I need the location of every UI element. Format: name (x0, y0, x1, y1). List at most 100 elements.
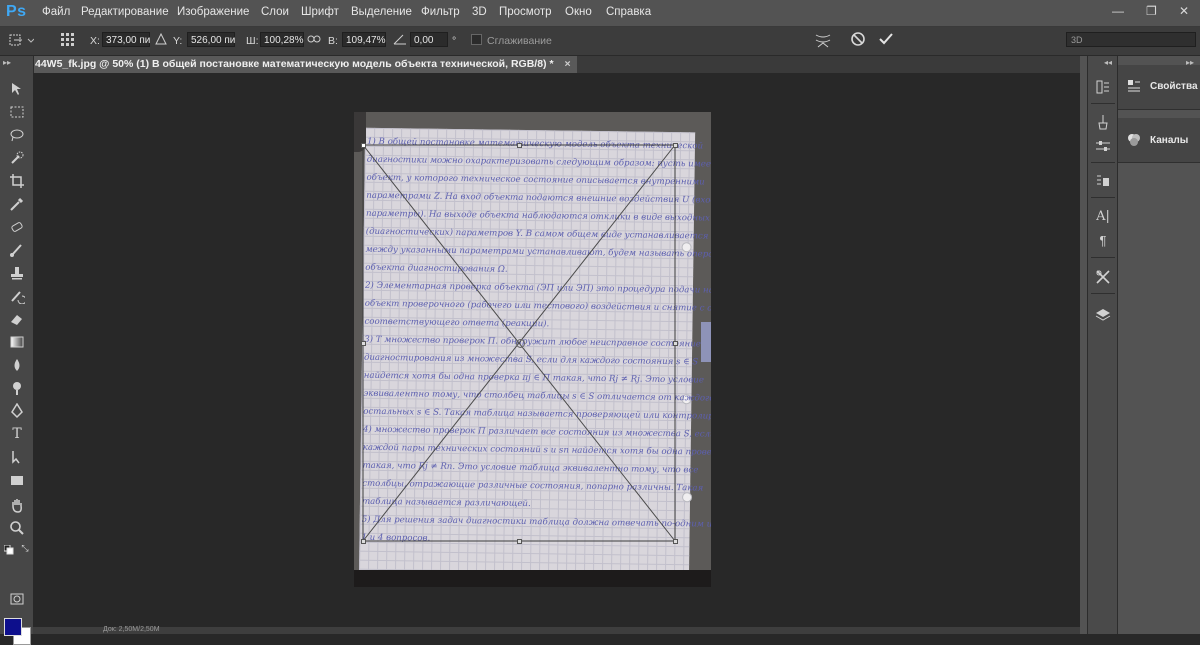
link-icon[interactable] (307, 33, 321, 48)
collapse-dock-icon[interactable]: ◂◂ (1104, 58, 1112, 67)
transform-handle-bottom-right[interactable] (673, 539, 678, 544)
transform-reference-point[interactable] (516, 339, 525, 348)
default-colors-icon[interactable] (3, 543, 14, 555)
healing-brush-tool-icon[interactable] (9, 219, 25, 235)
menu-layers[interactable]: Слои (261, 6, 289, 18)
channels-icon (1127, 133, 1141, 150)
rectangle-tool-icon[interactable] (9, 472, 25, 488)
paragraph-panel-icon[interactable]: ¶ (1095, 233, 1111, 249)
gradient-tool-icon[interactable] (9, 334, 25, 350)
y-input[interactable]: 526,00 пи (187, 32, 235, 47)
brush-tool-icon[interactable] (9, 242, 25, 258)
properties-panel-tab[interactable]: Свойства (1118, 65, 1200, 110)
hand-tool-icon[interactable] (9, 497, 25, 513)
eyedropper-tool-icon[interactable] (9, 196, 25, 212)
dock-separator (1091, 103, 1115, 104)
angle-icon (393, 33, 407, 48)
eraser-tool-icon[interactable] (9, 311, 25, 327)
menu-window[interactable]: Окно (565, 6, 592, 18)
pen-tip (701, 322, 711, 362)
transform-handle-bottom-left[interactable] (361, 539, 366, 544)
antialias-label: Сглаживание (487, 35, 552, 47)
properties-icon (1127, 79, 1141, 96)
path-selection-tool-icon[interactable] (9, 449, 25, 465)
menu-view[interactable]: Просмотр (499, 6, 552, 18)
adjustments-icon[interactable] (1095, 138, 1111, 154)
x-input[interactable]: 373,00 пи (102, 32, 150, 47)
options-bar: X: 373,00 пи Y: 526,00 пи Ш: 100,28% В: … (0, 27, 1200, 56)
transform-handle-top[interactable] (517, 143, 522, 148)
menu-file[interactable]: Файл (42, 6, 70, 18)
menu-3d[interactable]: 3D (472, 6, 487, 18)
brush-presets-icon[interactable] (1095, 114, 1111, 130)
menu-select[interactable]: Выделение (351, 6, 412, 18)
menu-bar: Ps Файл Редактирование Изображение Слои … (0, 0, 1200, 27)
x-label: X: (90, 35, 100, 47)
status-bar: Док: 2,50M/2,50M (33, 626, 1080, 634)
blur-tool-icon[interactable] (9, 357, 25, 373)
antialias-checkbox[interactable] (471, 34, 483, 49)
handwritten-text: 1) В общей постановке математическую мод… (361, 128, 711, 544)
channels-panel-tab[interactable]: Каналы (1118, 118, 1200, 163)
dodge-tool-icon[interactable] (9, 380, 25, 396)
w-label: Ш: (246, 35, 259, 47)
dock-divider[interactable] (1080, 56, 1087, 634)
collapse-toolbar-icon[interactable]: ▸▸ (3, 58, 11, 67)
dock-separator (1091, 257, 1115, 258)
height-input[interactable]: 109,47% (342, 32, 386, 47)
tool-presets-icon[interactable] (1095, 269, 1111, 285)
reference-point-icon[interactable] (60, 32, 76, 51)
lasso-tool-icon[interactable] (9, 127, 25, 143)
marquee-tool-icon[interactable] (9, 104, 25, 120)
angle-unit: ° (452, 35, 457, 47)
history-panel-icon[interactable] (1095, 79, 1111, 95)
transform-handle-right[interactable] (673, 341, 678, 346)
transform-handle-bottom[interactable] (517, 539, 522, 544)
commit-transform-icon[interactable] (878, 31, 894, 50)
quick-selection-tool-icon[interactable] (9, 150, 25, 166)
panels-column: ▸▸ Свойства Каналы (1117, 56, 1200, 634)
workspace-select[interactable]: 3D (1066, 32, 1196, 47)
dock-separator (1091, 162, 1115, 163)
menu-filter[interactable]: Фильтр (421, 6, 460, 18)
close-tab-icon[interactable]: × (564, 58, 570, 70)
dock-separator (1091, 197, 1115, 198)
document-tab[interactable]: 44W5_fk.jpg @ 50% (1) В общей постановке… (33, 56, 577, 73)
foreground-color-swatch[interactable] (4, 618, 22, 636)
pen-tool-icon[interactable] (9, 402, 25, 419)
menu-help[interactable]: Справка (606, 6, 651, 18)
channels-label: Каналы (1150, 135, 1189, 146)
angle-input[interactable]: 0,00 (410, 32, 448, 47)
menu-edit[interactable]: Редактирование (81, 6, 169, 18)
close-window-button[interactable]: ✕ (1179, 4, 1189, 18)
character-panel-icon[interactable]: A| (1095, 209, 1111, 225)
zoom-tool-icon[interactable] (9, 520, 25, 536)
move-tool-icon[interactable] (9, 81, 25, 97)
crop-tool-icon[interactable] (9, 173, 25, 189)
swap-colors-icon[interactable]: ⤡ (20, 543, 30, 553)
quick-mask-icon[interactable] (9, 591, 25, 607)
width-input[interactable]: 100,28% (260, 32, 304, 47)
menu-image[interactable]: Изображение (177, 6, 249, 18)
layers-panel-icon[interactable] (1095, 307, 1111, 323)
doc-size-info: Док: 2,50M/2,50M (103, 626, 160, 633)
restore-button[interactable]: ❐ (1146, 4, 1157, 18)
photoshop-logo: Ps (6, 3, 27, 20)
transform-handle-top-right[interactable] (673, 143, 678, 148)
delta-icon[interactable] (155, 32, 167, 48)
transform-handle-top-left[interactable] (361, 143, 366, 148)
transform-tool-icon[interactable] (8, 32, 35, 51)
panel-icons-column: ◂◂ A| ¶ (1087, 56, 1118, 634)
clone-stamp-tool-icon[interactable] (9, 265, 25, 281)
clone-source-icon[interactable] (1095, 173, 1111, 189)
menu-type[interactable]: Шрифт (301, 6, 339, 18)
h-label: В: (328, 35, 338, 47)
transform-handle-left[interactable] (361, 341, 366, 346)
history-brush-tool-icon[interactable] (9, 288, 27, 305)
cancel-transform-icon[interactable] (850, 31, 866, 50)
type-tool-icon[interactable]: T (9, 426, 25, 442)
photo-dark-edge (354, 570, 711, 587)
y-label: Y: (173, 35, 183, 47)
minimize-button[interactable]: — (1112, 4, 1124, 18)
warp-icon[interactable] (813, 31, 833, 52)
